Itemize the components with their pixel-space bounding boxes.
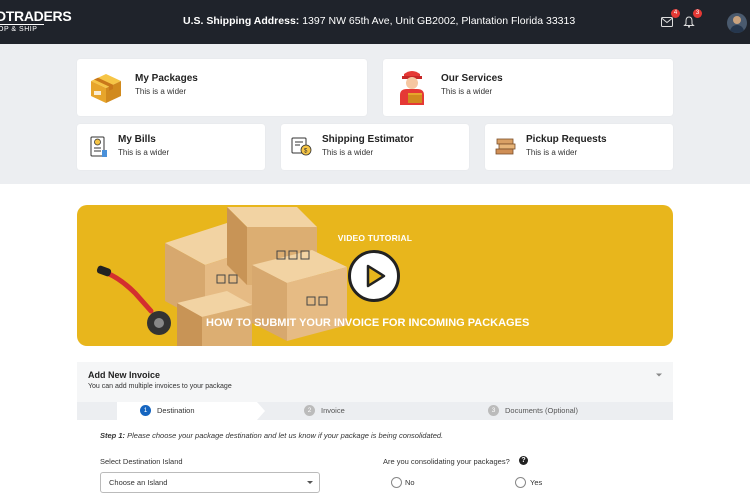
consolidate-label: Are you consolidating your packages? [383,457,510,466]
invoice-steps: 1 Destination 2 Invoice 3 Documents (Option… [77,402,673,420]
step-label: Documents (Optional) [505,406,578,416]
play-button[interactable] [348,250,400,302]
delivery-man-icon [400,71,424,105]
logo[interactable]: DTRADERS OP & SHIP [0,8,72,33]
bell-icon[interactable]: 3 [682,9,702,29]
radio-no-label: No [405,478,415,487]
mail-icon[interactable]: 4 [660,9,680,29]
step1-text: Please choose your package destination a… [125,431,444,440]
video-tutorial-banner[interactable]: VIDEO TUTORIAL HOW TO SUBMIT YOUR INVOIC… [77,205,673,346]
play-icon [366,264,386,288]
card-title: Shipping Estimator [322,134,414,145]
avatar[interactable] [727,13,747,33]
banner-label: VIDEO TUTORIAL [337,233,413,243]
card-title: My Bills [118,134,156,145]
bill-icon [90,136,107,157]
radio-yes[interactable] [515,477,526,488]
estimator-icon: $ [291,137,312,156]
card-title: Our Services [441,73,503,84]
mail-badge: 4 [671,9,680,18]
radio-no[interactable] [391,477,402,488]
step1-prefix: Step 1: [100,431,126,440]
package-icon [91,74,121,103]
step-label: Invoice [321,406,345,416]
pickup-icon [495,138,516,155]
card-subtitle: This is a wider [441,87,493,96]
island-select[interactable]: Choose an Island [100,472,320,493]
top-header: DTRADERS OP & SHIP U.S. Shipping Address… [0,0,750,44]
step-number: 1 [140,404,151,416]
invoice-subtitle: You can add multiple invoices to your pa… [88,383,232,390]
card-subtitle: This is a wider [135,87,187,96]
bell-badge: 3 [693,9,702,18]
card-my-bills[interactable]: My Bills This is a wider [77,124,265,170]
logo-tagline: OP & SHIP [0,24,44,33]
island-select-value: Choose an Island [109,478,168,487]
card-subtitle: This is a wider [526,148,578,157]
card-title: Pickup Requests [526,134,607,145]
island-label: Select Destination Island [100,457,183,466]
card-subtitle: This is a wider [118,148,170,157]
step-arrow [257,402,265,420]
step-number: 2 [304,404,315,416]
step-label: Destination [157,406,195,416]
shipping-address-value: 1397 NW 65th Ave, Unit GB2002, Plantatio… [299,15,576,27]
card-subtitle: This is a wider [322,148,374,157]
step-invoice[interactable]: 2 Invoice [304,402,424,420]
shipping-address: U.S. Shipping Address: 1397 NW 65th Ave,… [183,15,575,27]
logo-text: DTRADERS [0,8,72,24]
help-icon[interactable]: ? [519,456,528,465]
invoice-title: Add New Invoice [88,370,161,380]
step-number: 3 [488,404,499,416]
card-shipping-estimator[interactable]: $ Shipping Estimator This is a wider [281,124,469,170]
shipping-address-label: U.S. Shipping Address: [183,15,300,27]
radio-yes-label: Yes [530,478,543,487]
step-destination[interactable]: 1 Destination [117,402,257,420]
step-documents[interactable]: 3 Documents (Optional) [488,402,628,420]
card-my-packages[interactable]: My Packages This is a wider [77,59,367,116]
step1-instructions: Step 1: Please choose your package desti… [100,431,443,440]
card-title: My Packages [135,73,198,84]
card-our-services[interactable]: Our Services This is a wider [383,59,673,116]
add-invoice-header[interactable]: Add New Invoice You can add multiple inv… [77,362,673,402]
chevron-down-icon[interactable] [655,372,663,378]
caret-down-icon [307,481,313,484]
card-pickup-requests[interactable]: Pickup Requests This is a wider [485,124,673,170]
banner-title: HOW TO SUBMIT YOUR INVOICE FOR INCOMING … [206,317,530,329]
quick-links-area: My Packages This is a wider Our Services… [0,44,750,184]
